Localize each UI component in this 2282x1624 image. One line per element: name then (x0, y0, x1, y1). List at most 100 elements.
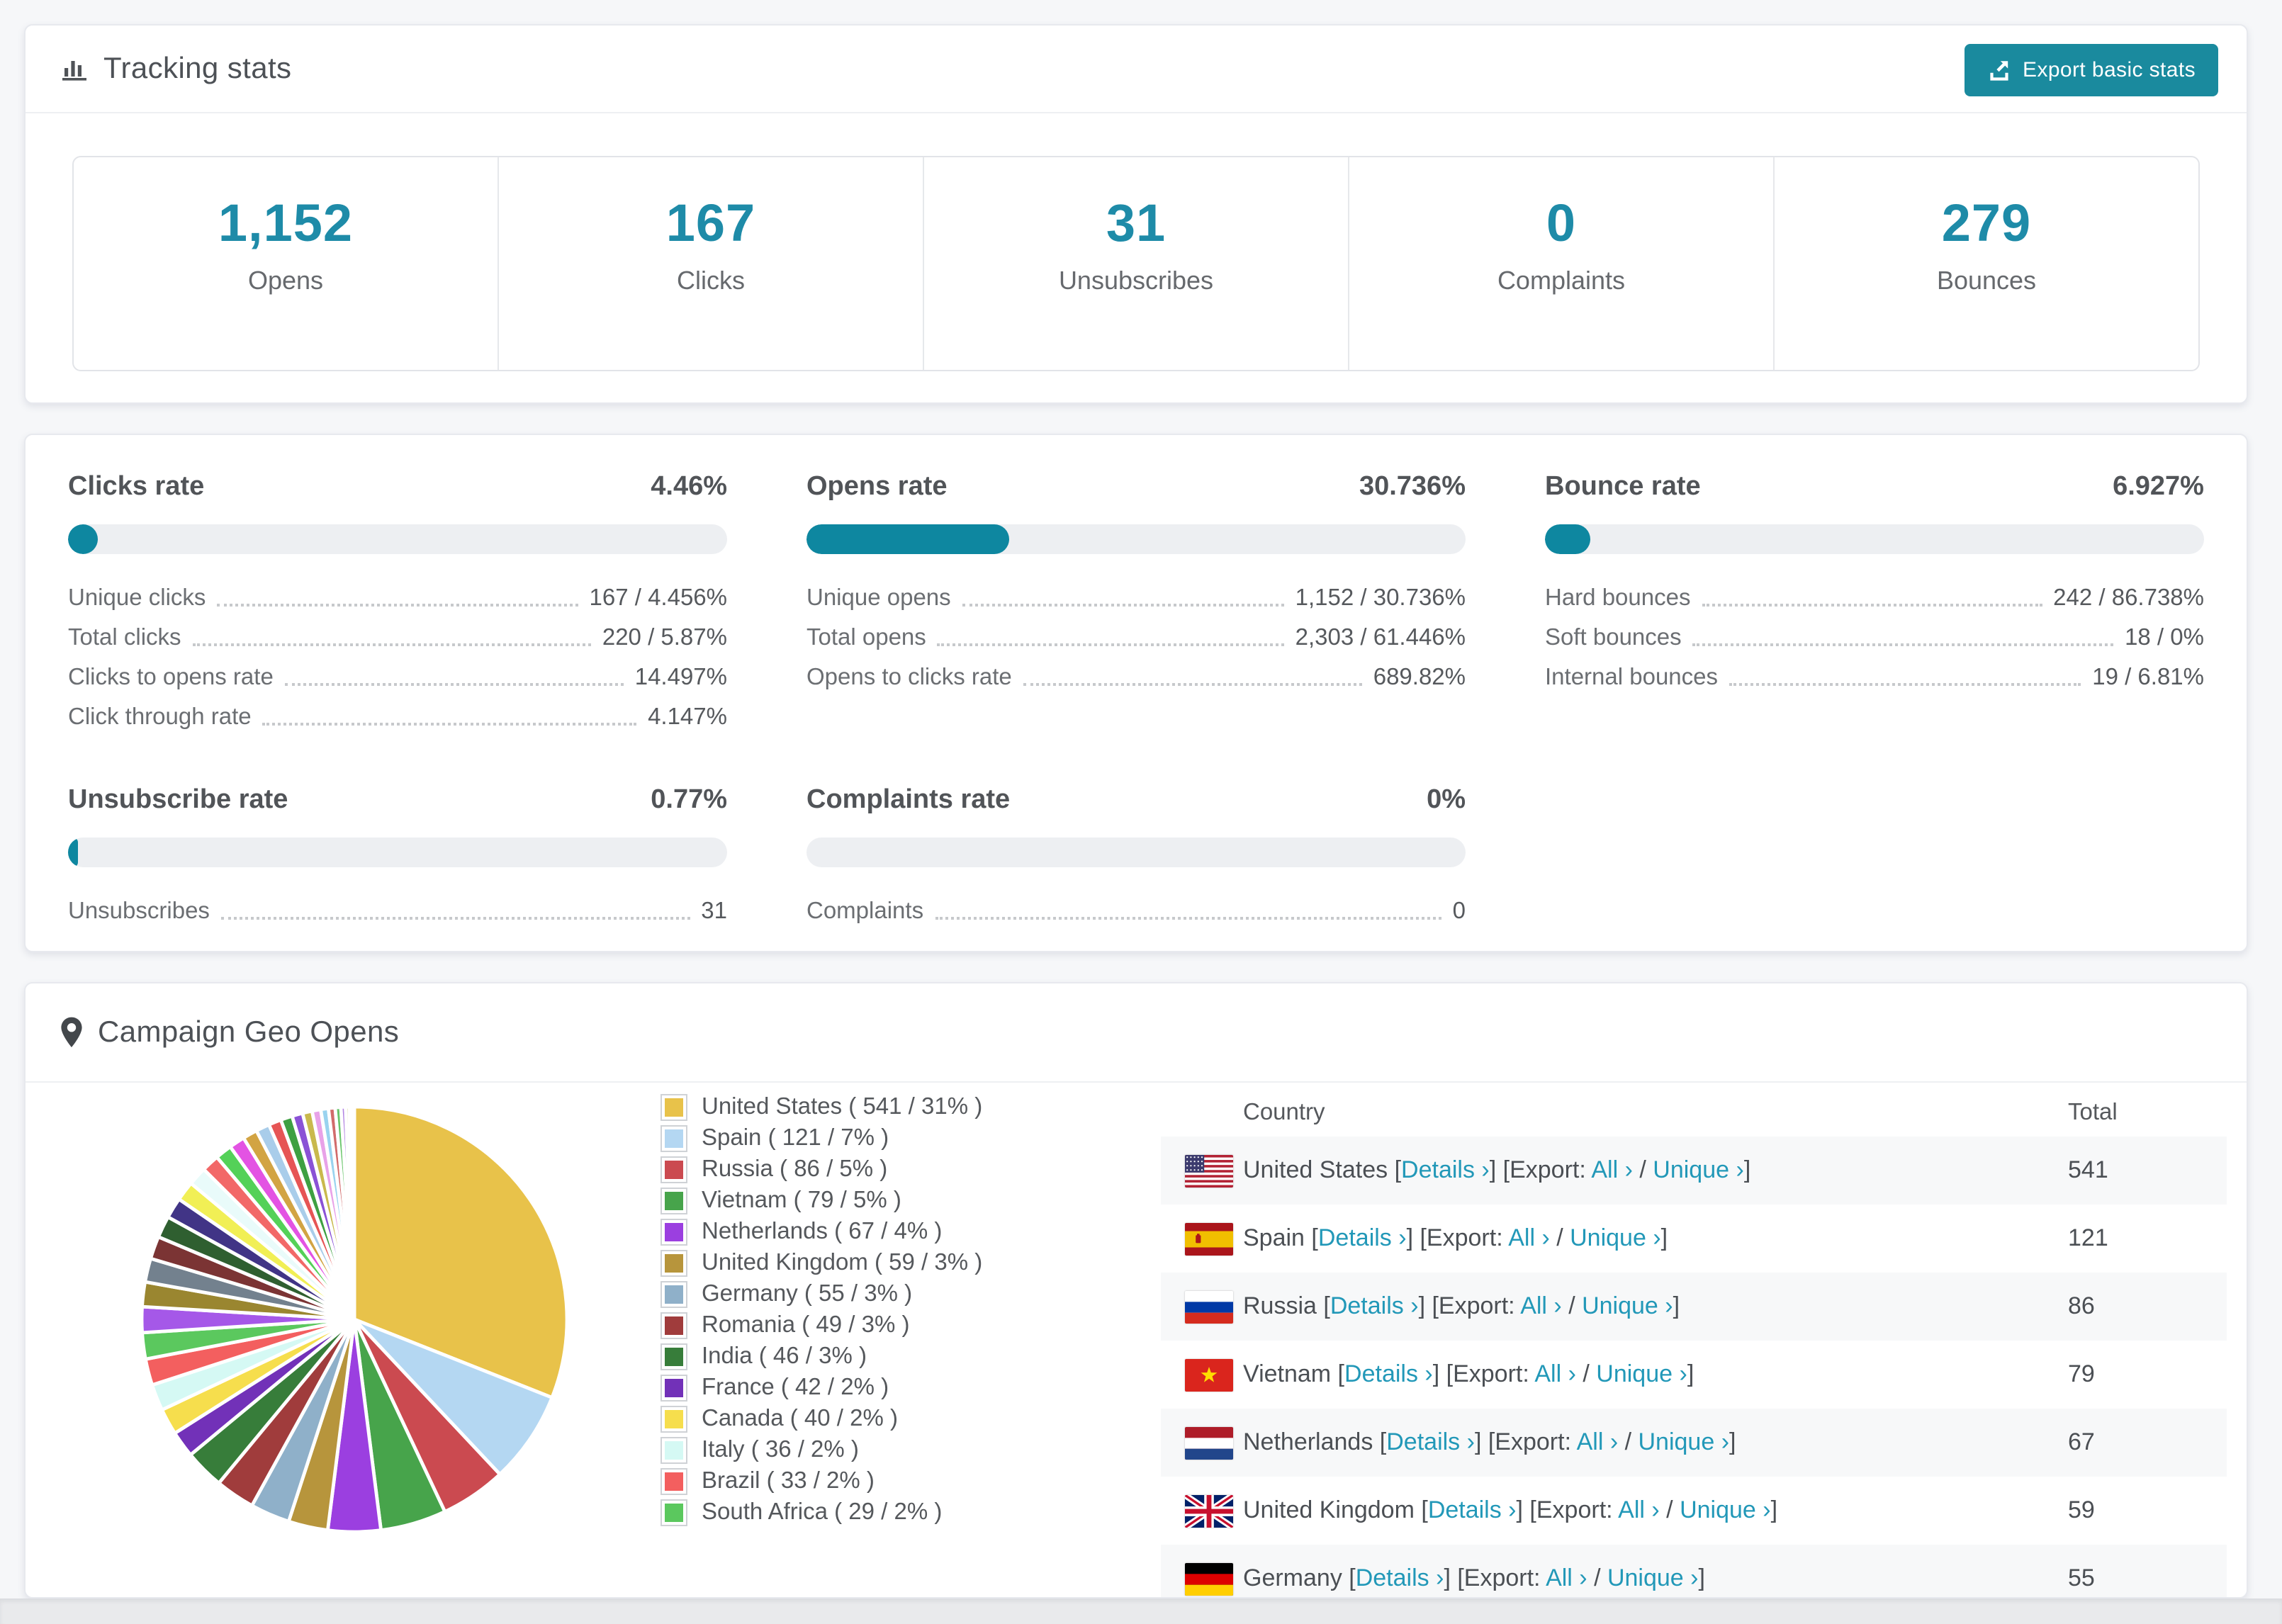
export-all-link-united-kingdom[interactable]: All › (1618, 1496, 1660, 1523)
legend-swatch (661, 1343, 687, 1370)
legend-label: Netherlands ( 67 / 4% ) (702, 1218, 943, 1244)
rate-head: Bounce rate 6.927% (1545, 472, 2204, 503)
details-link-united-kingdom[interactable]: Details › (1428, 1496, 1517, 1523)
legend-label: Germany ( 55 / 3% ) (702, 1280, 913, 1306)
rate-detail-row: Total clicks 220 / 5.87% (68, 612, 727, 652)
legend-item-netherlands[interactable]: Netherlands ( 67 / 4% ) (661, 1216, 982, 1247)
export-label: ] [Export: (1489, 1156, 1592, 1183)
legend-item-germany[interactable]: Germany ( 55 / 3% ) (661, 1278, 982, 1309)
export-unique-link-netherlands[interactable]: Unique › (1639, 1428, 1730, 1455)
geo-table-row-spain: Spain [Details ›] [Export: All › / Uniqu… (1161, 1205, 2227, 1273)
dotted-leader (1729, 683, 2081, 686)
legend-item-spain[interactable]: Spain ( 121 / 7% ) (661, 1122, 982, 1154)
link-separator: / (1659, 1496, 1680, 1523)
legend-swatch (661, 1436, 687, 1463)
legend-item-vietnam[interactable]: Vietnam ( 79 / 5% ) (661, 1185, 982, 1216)
rate-detail-label: Total opens (806, 625, 926, 650)
export-basic-stats-button[interactable]: Export basic stats (1965, 44, 2218, 96)
legend-label: Italy ( 36 / 2% ) (702, 1436, 859, 1462)
details-link-germany[interactable]: Details › (1356, 1564, 1444, 1591)
rate-detail-value: 18 / 0% (2125, 625, 2204, 650)
bracket-close: ] (1698, 1564, 1705, 1591)
stat-label: Unsubscribes (1058, 266, 1214, 295)
export-all-link-netherlands[interactable]: All › (1577, 1428, 1619, 1455)
rate-block-clicks: Clicks rate 4.46% Unique clicks 167 / 4.456… (68, 472, 727, 731)
export-all-link-vietnam[interactable]: All › (1534, 1360, 1576, 1387)
legend-item-canada[interactable]: Canada ( 40 / 2% ) (661, 1403, 982, 1434)
legend-item-france[interactable]: France ( 42 / 2% ) (661, 1372, 982, 1403)
legend-label: France ( 42 / 2% ) (702, 1374, 889, 1399)
export-unique-link-vietnam[interactable]: Unique › (1596, 1360, 1687, 1387)
country-name: Spain [ (1243, 1224, 1318, 1251)
legend-item-south-africa[interactable]: South Africa ( 29 / 2% ) (661, 1496, 982, 1528)
legend-label: South Africa ( 29 / 2% ) (702, 1499, 943, 1524)
export-all-link-spain[interactable]: All › (1508, 1224, 1550, 1251)
legend-item-india[interactable]: India ( 46 / 3% ) (661, 1341, 982, 1372)
legend-label: India ( 46 / 3% ) (702, 1343, 867, 1368)
dotted-leader (192, 643, 591, 646)
geo-opens-pie-chart[interactable] (135, 1100, 574, 1539)
rate-value: 0% (1427, 785, 1466, 815)
rate-detail-label: Unique opens (806, 585, 951, 611)
geo-table-row-vietnam: Vietnam [Details ›] [Export: All › / Uni… (1161, 1341, 2227, 1409)
total-cell: 67 (2068, 1428, 2095, 1455)
details-link-spain[interactable]: Details › (1318, 1224, 1407, 1251)
stat-value: 167 (665, 194, 756, 252)
export-unique-link-united-states[interactable]: Unique › (1653, 1156, 1744, 1183)
legend-swatch (661, 1124, 687, 1151)
legend-item-italy[interactable]: Italy ( 36 / 2% ) (661, 1434, 982, 1465)
legend-swatch (661, 1187, 687, 1214)
legend-item-romania[interactable]: Romania ( 49 / 3% ) (661, 1309, 982, 1341)
export-unique-link-russia[interactable]: Unique › (1582, 1292, 1673, 1319)
stat-label: Bounces (1936, 266, 2037, 295)
rate-value: 6.927% (2113, 472, 2204, 502)
export-unique-link-united-kingdom[interactable]: Unique › (1680, 1496, 1771, 1523)
export-label: ] [Export: (1474, 1428, 1577, 1455)
country-name: Netherlands [ (1243, 1428, 1387, 1455)
legend-item-russia[interactable]: Russia ( 86 / 5% ) (661, 1154, 982, 1185)
geo-table-row-united-states: United States [Details ›] [Export: All ›… (1161, 1137, 2227, 1205)
export-icon (1987, 58, 2011, 82)
total-cell: 541 (2068, 1156, 2108, 1183)
rate-value: 4.46% (651, 472, 727, 502)
rate-detail-value: 220 / 5.87% (602, 625, 727, 650)
stat-value: 31 (1106, 194, 1167, 252)
stat-label: Clicks (677, 266, 745, 295)
country-name: United States [ (1243, 1156, 1402, 1183)
rate-detail-label: Clicks to opens rate (68, 665, 274, 690)
details-link-united-states[interactable]: Details › (1401, 1156, 1490, 1183)
details-link-netherlands[interactable]: Details › (1386, 1428, 1475, 1455)
rate-detail-row: Total opens 2,303 / 61.446% (806, 612, 1466, 652)
bar-chart-icon (60, 54, 89, 84)
page-bottom-band (0, 1598, 2282, 1624)
details-link-russia[interactable]: Details › (1330, 1292, 1419, 1319)
rates-grid: Clicks rate 4.46% Unique clicks 167 / 4.456… (26, 435, 2247, 925)
export-all-link-united-states[interactable]: All › (1591, 1156, 1633, 1183)
country-cell: Vietnam [Details ›] [Export: All › / Uni… (1233, 1360, 2068, 1389)
rate-block-unsubscribe: Unsubscribe rate 0.77% Unsubscribes 31 (68, 785, 727, 925)
legend-label: Spain ( 121 / 7% ) (702, 1124, 889, 1150)
rate-value: 0.77% (651, 785, 727, 815)
legend-item-united-states[interactable]: United States ( 541 / 31% ) (661, 1091, 982, 1122)
country-cell: United Kingdom [Details ›] [Export: All … (1233, 1496, 2068, 1525)
geo-table: Country Total United States [Details ›] … (1161, 1088, 2227, 1597)
stat-label: Opens (247, 266, 324, 295)
details-link-vietnam[interactable]: Details › (1344, 1360, 1433, 1387)
rate-progressbar-clicks (68, 524, 727, 554)
legend-swatch (661, 1499, 687, 1526)
rate-detail-row: Internal bounces 19 / 6.81% (1545, 652, 2204, 692)
legend-item-united-kingdom[interactable]: United Kingdom ( 59 / 3% ) (661, 1247, 982, 1278)
link-separator: / (1632, 1156, 1653, 1183)
rate-head: Clicks rate 4.46% (68, 472, 727, 503)
map-pin-icon (60, 1016, 84, 1049)
rate-detail-value: 1,152 / 30.736% (1295, 585, 1466, 611)
export-unique-link-germany[interactable]: Unique › (1607, 1564, 1699, 1591)
legend-item-brazil[interactable]: Brazil ( 33 / 2% ) (661, 1465, 982, 1496)
rate-detail-label: Soft bounces (1545, 625, 1682, 650)
rate-detail-row: Unique clicks 167 / 4.456% (68, 573, 727, 612)
link-separator: / (1587, 1564, 1607, 1591)
export-all-link-germany[interactable]: All › (1546, 1564, 1587, 1591)
export-all-link-russia[interactable]: All › (1520, 1292, 1562, 1319)
legend-label: Canada ( 40 / 2% ) (702, 1405, 898, 1431)
export-unique-link-spain[interactable]: Unique › (1570, 1224, 1661, 1251)
